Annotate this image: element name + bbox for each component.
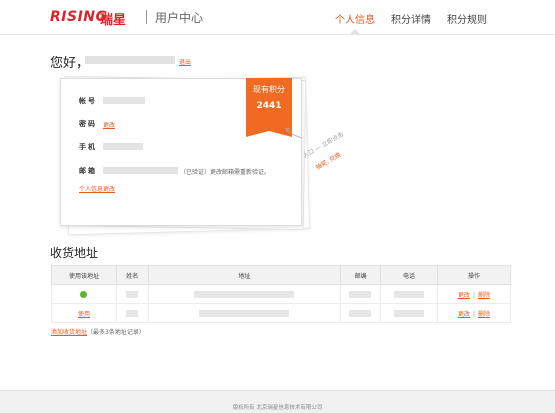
logo-divider [146,10,147,24]
col-use-address: 使用该地址 [51,265,117,285]
phone-value-blurred [103,143,143,150]
zipcode-cell [340,303,381,323]
row-edit-link[interactable]: 更改 [458,292,470,299]
email-verified-note: （已验证）更改邮箱需重新验证。 [180,169,271,176]
phone-label: 手机 [79,143,97,151]
col-actions: 操作 [437,265,511,285]
name-blurred [126,309,139,317]
address-cell [147,284,342,304]
phone-blurred [394,290,425,298]
account-value-blurred [103,97,145,104]
hint-arrow-icon [285,127,303,139]
row-delete-link[interactable]: 删除 [478,311,490,318]
add-address-link[interactable]: 添加收货地址 [51,329,87,336]
add-address-line: 添加收货地址（最多3条地址记录） [51,327,145,336]
account-label: 帐号 [79,97,97,105]
email-label: 邮箱 [79,167,97,175]
password-label: 密码 [79,120,97,128]
greeting-text: 您好， [50,56,90,71]
col-zipcode: 邮编 [340,265,381,285]
points-title: 现有积分 [253,85,285,94]
address-table: 使用该地址 姓名 地址 邮编 电话 操作 更改 | 删除 使用 更改 | 删除 [51,265,511,323]
row-delete-link[interactable]: 删除 [478,292,490,299]
name-cell [115,303,149,323]
actions-cell: 更改 | 删除 [437,284,511,304]
zipcode-blurred [349,290,372,298]
username-blurred [85,56,175,64]
address-blurred [199,309,290,317]
password-change-link[interactable]: 更改 [103,120,115,129]
nav-points-detail[interactable]: 积分详情 [391,11,431,26]
action-separator: | [473,291,476,299]
name-cell [115,284,149,304]
table-row: 使用 更改 | 删除 [51,303,511,323]
phone-cell [379,284,439,304]
zipcode-blurred [349,309,372,317]
col-phone: 电话 [379,265,439,285]
email-value-blurred [103,167,178,174]
action-separator: | [473,310,476,318]
nav-active-indicator [350,29,360,34]
use-address-link[interactable]: 使用 [78,311,90,318]
col-address: 地址 [147,265,342,285]
use-address-cell: 使用 [51,303,117,323]
add-address-note: （最多3条地址记录） [87,329,145,336]
name-blurred [126,290,139,298]
footer-copyright: 版权所有 北京瑞星信息技术有限公司 [232,405,323,411]
address-table-header: 使用该地址 姓名 地址 邮编 电话 操作 [51,265,511,285]
rising-logo[interactable]: RISING [50,9,108,25]
points-hint-line2[interactable]: 抽奖, 兑换 [314,150,343,171]
nav-points-rules[interactable]: 积分规则 [447,11,487,26]
zipcode-cell [340,284,381,304]
check-circle-icon [80,290,88,298]
actions-cell: 更改 | 删除 [437,303,511,323]
page-subtitle: 用户中心 [155,11,204,25]
logout-link[interactable]: 退出 [179,57,191,66]
points-value: 2441 [256,101,282,111]
nav-personal-info[interactable]: 个人信息 [335,11,375,26]
phone-blurred [394,309,425,317]
table-row: 更改 | 删除 [51,284,511,304]
address-section-title: 收货地址 [50,246,99,260]
edit-profile-link[interactable]: 个人信息更改 [79,184,115,193]
row-edit-link[interactable]: 更改 [458,311,470,318]
address-cell [147,303,342,323]
default-address-cell [51,284,117,304]
col-name: 姓名 [115,265,149,285]
rising-logo-cn[interactable]: 瑞星 [100,9,126,28]
address-blurred [194,290,295,298]
phone-cell [379,303,439,323]
